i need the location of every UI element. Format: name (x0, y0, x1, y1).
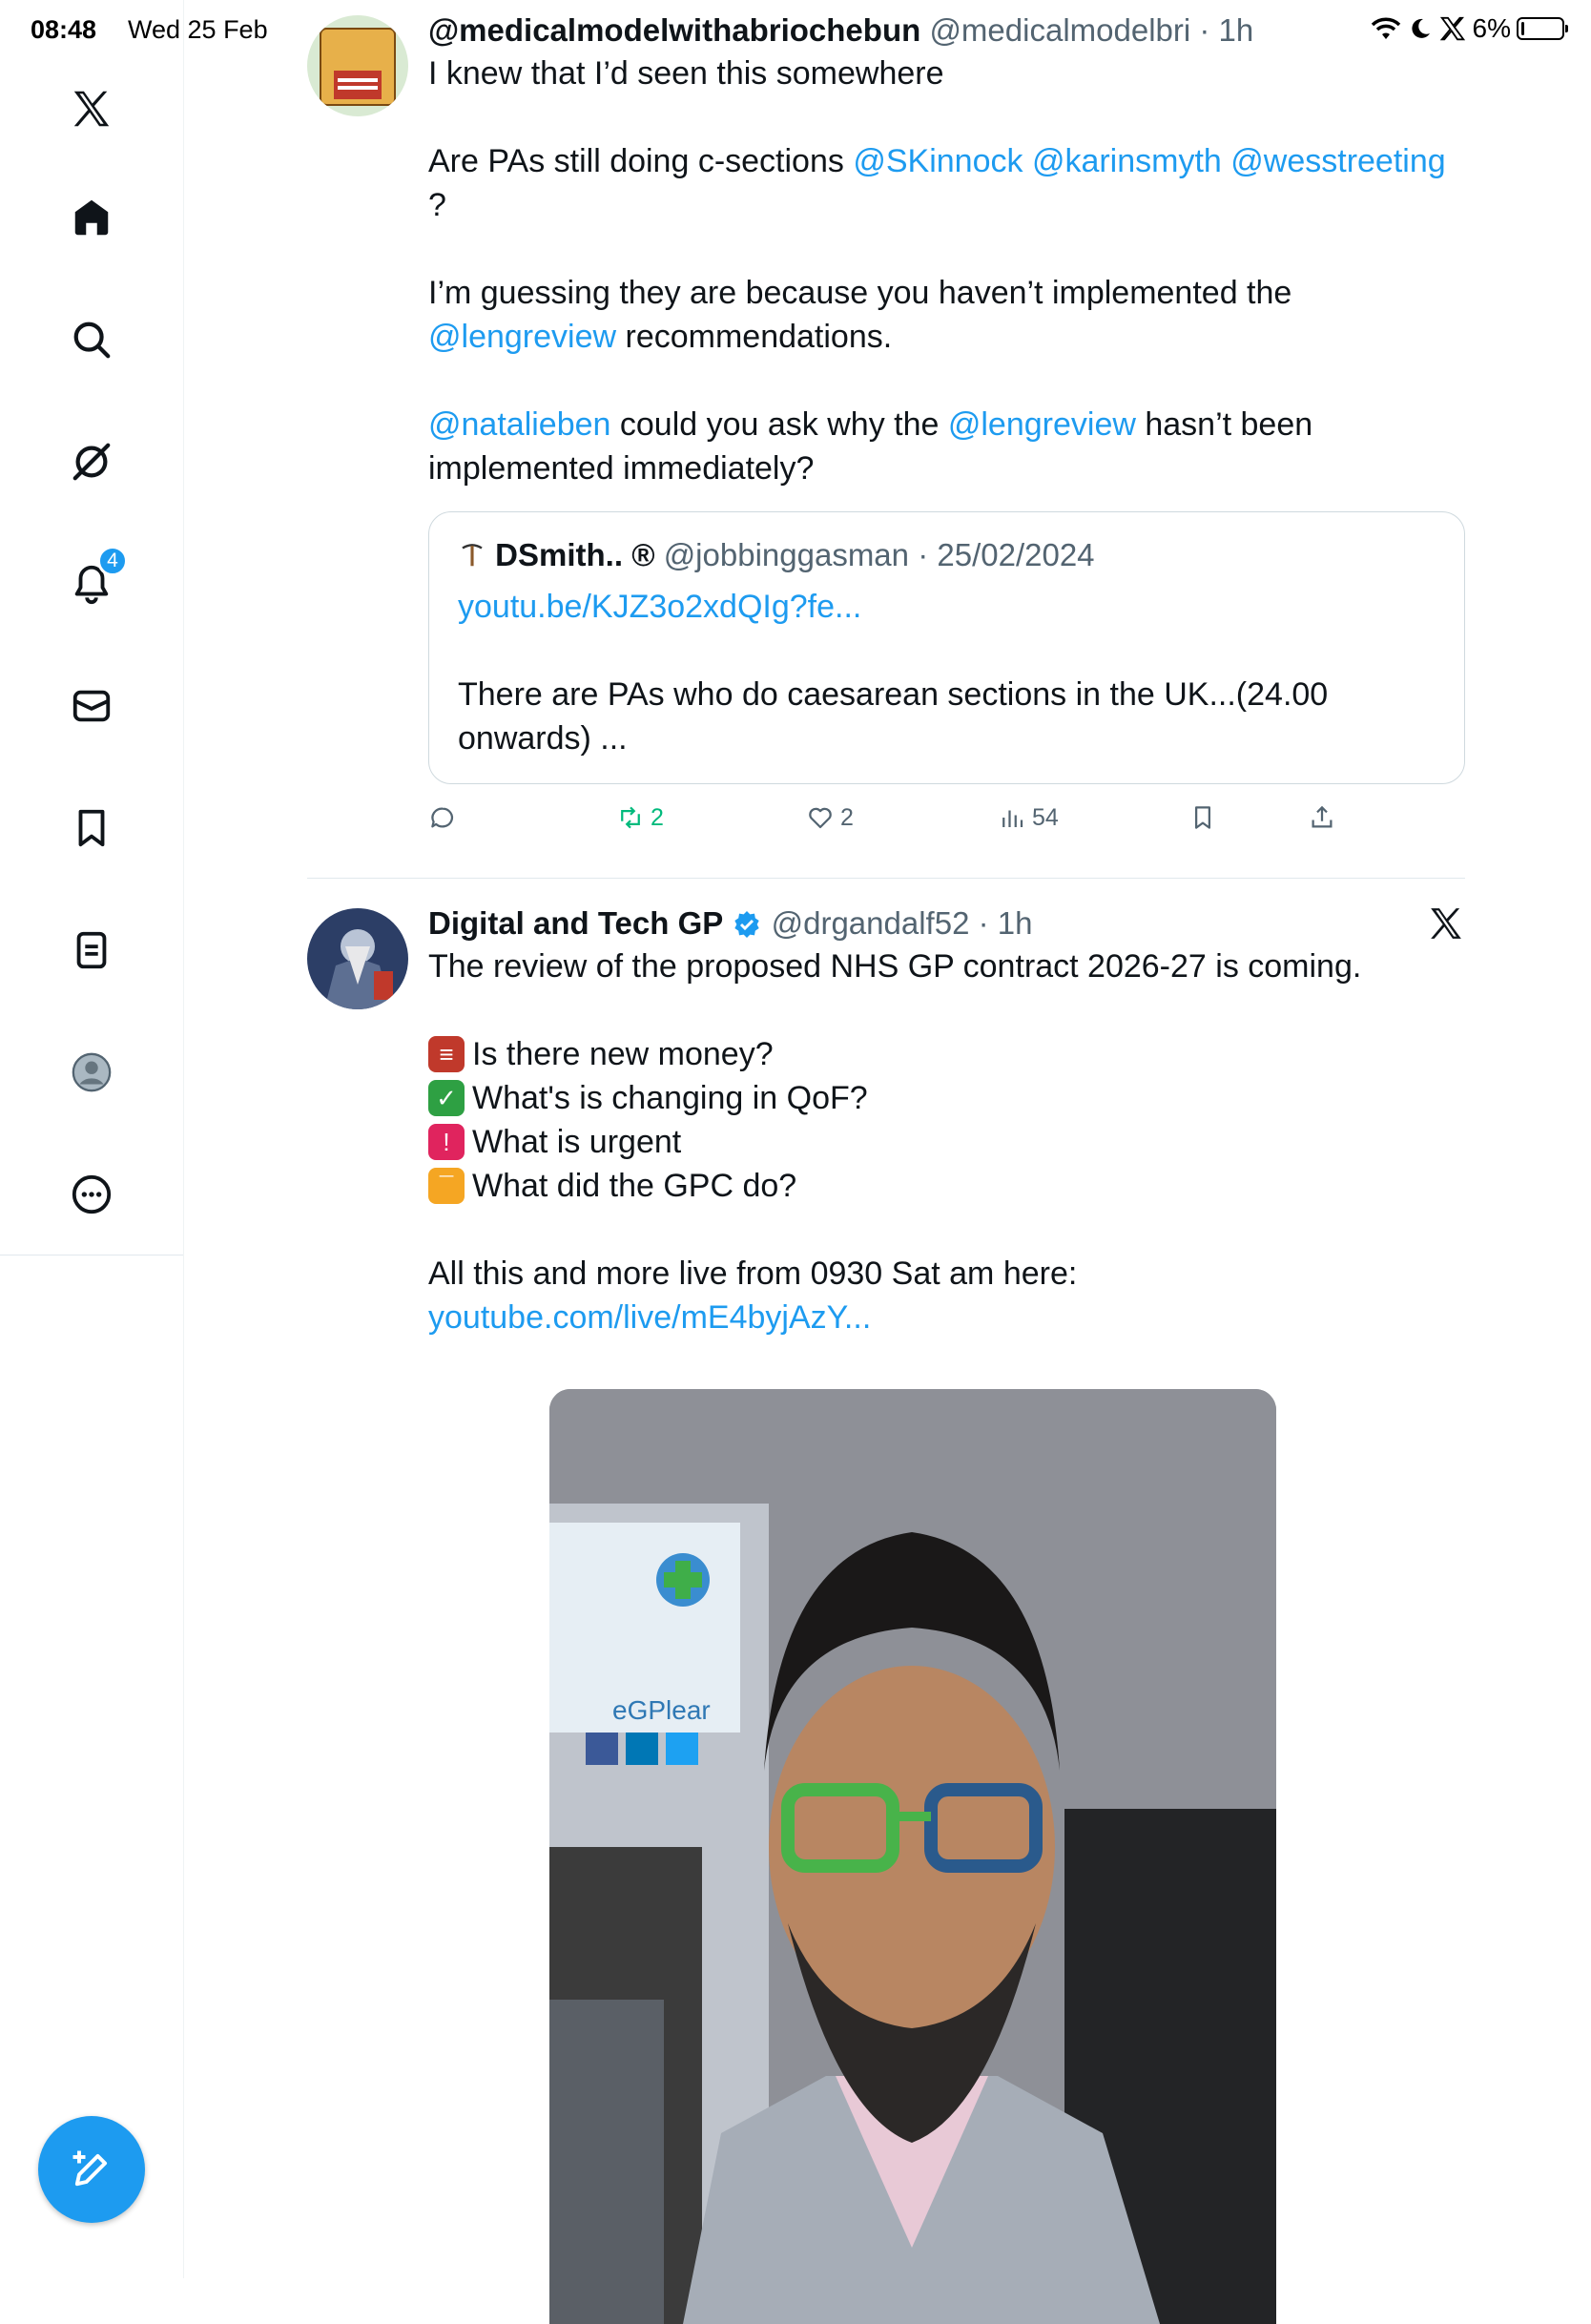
quoted-text: There are PAs who do caesarean sections … (458, 676, 1329, 757)
like-count: 2 (840, 803, 854, 831)
like-button[interactable]: 2 (806, 803, 854, 832)
bullet-3: ! What is urgent (428, 1120, 1465, 1164)
quoted-handle[interactable]: @jobbinggasman (664, 537, 909, 572)
battery-icon (1517, 17, 1568, 40)
lists-icon[interactable] (53, 912, 130, 988)
views-button[interactable]: 54 (998, 803, 1059, 832)
search-icon[interactable] (53, 301, 130, 378)
siren-emoji: ! (428, 1124, 465, 1160)
tweet-2-line-1: The review of the proposed NHS GP contra… (428, 948, 1362, 985)
compose-icon (72, 2150, 108, 2187)
tweet-1-paragraph-4: @natalieben could you ask why the @lengr… (428, 406, 1313, 487)
bookmark-icon[interactable] (53, 790, 130, 866)
pickaxe-icon (462, 544, 483, 567)
quoted-date: 25/02/2024 (937, 537, 1095, 572)
tweet-1-author-name[interactable]: @medicalmodelwithabriochebun (428, 12, 920, 48)
bullet-4: ¯ What did the GPC do? (428, 1164, 1465, 1208)
check-emoji: ✓ (428, 1080, 465, 1116)
mention-wesstreeting[interactable]: @wesstreeting (1230, 143, 1445, 179)
registered-mark: ® (631, 537, 655, 572)
bookmark-action-icon (1195, 806, 1210, 829)
tweet-1-actions: 2 2 54 (428, 803, 1465, 851)
media-sign-text: eGPlear (612, 1695, 711, 1725)
quoted-link-line: youtu.be/KJZ3o2xdQIg?fe... (458, 585, 1436, 629)
share-button[interactable] (1308, 803, 1336, 832)
battery-fill (1521, 22, 1524, 35)
bullet-1: ≡ Is there new money? (428, 1032, 1465, 1076)
quoted-tweet-header: DSmith.. ® @jobbinggasman · 25/02/2024 (458, 535, 1436, 575)
tweet-1-time[interactable]: 1h (1219, 12, 1254, 48)
verified-badge-icon (734, 911, 760, 938)
heart-icon (809, 807, 832, 829)
tweet-2-last-paragraph: All this and more live from 0930 Sat am … (428, 1255, 1078, 1336)
profile-icon[interactable] (53, 1034, 130, 1110)
tweet-2-avatar[interactable] (307, 908, 408, 1009)
retweet-button[interactable]: 2 (616, 803, 664, 832)
mention-skinnock[interactable]: @SKinnock (853, 143, 1023, 179)
tweet-divider (307, 878, 1465, 879)
tweet-1-header: @medicalmodelwithabriochebun @medicalmod… (428, 12, 1254, 48)
grok-icon[interactable] (53, 424, 130, 500)
mention-lengreview[interactable]: @lengreview (428, 319, 616, 355)
x-logo-icon[interactable] (53, 71, 130, 147)
compose-button[interactable] (38, 2116, 145, 2223)
tweet-2-header: Digital and Tech GP @drgandalf52 · 1h (428, 905, 1033, 941)
quoted-tweet[interactable]: DSmith.. ® @jobbinggasman · 25/02/2024 y… (428, 511, 1465, 784)
tweet-2-video-thumbnail[interactable]: eGPlear (549, 1389, 1276, 2324)
tweet-1-paragraph-2: Are PAs still doing c-sections @SKinnock… (428, 143, 1446, 223)
tweet-1-body: @medicalmodelwithabriochebun @medicalmod… (428, 11, 1465, 851)
x-logo-corner-icon[interactable] (1427, 904, 1465, 943)
mention-karinsmyth[interactable]: @karinsmyth (1032, 143, 1222, 179)
bookmark-button[interactable] (1188, 803, 1217, 832)
sidebar: 4 (0, 0, 184, 2278)
mention-lengreview-2[interactable]: @lengreview (948, 406, 1136, 443)
tweet-1-text: I knew that I’d seen this somewhere Are … (428, 52, 1465, 490)
messages-icon[interactable] (53, 668, 130, 744)
ledger-emoji: ≡ (428, 1036, 465, 1072)
tweet-2-bullets: ≡ Is there new money? ✓ What's is changing… (428, 1032, 1465, 1208)
share-icon (1312, 805, 1333, 828)
tweet-1-paragraph-3: I’m guessing they are because you haven’… (428, 275, 1292, 355)
bell-icon[interactable]: 4 (53, 546, 130, 622)
shrug-emoji: ¯ (428, 1168, 465, 1204)
views-icon (1002, 810, 1023, 827)
battery-percent: 6% (1472, 13, 1511, 43)
tweet-1-avatar[interactable] (307, 15, 408, 116)
tweet-1-handle[interactable]: @medicalmodelbri (929, 12, 1190, 48)
retweet-icon (621, 806, 640, 829)
tweet-1-line-1: I knew that I’d seen this somewhere (428, 55, 944, 92)
retweet-count: 2 (651, 803, 664, 831)
tweet-2-handle[interactable]: @drgandalf52 (772, 905, 970, 941)
youtube-live-link[interactable]: youtube.com/live/mE4byjAzY... (428, 1299, 871, 1336)
reply-icon (431, 807, 454, 828)
mention-natalieben[interactable]: @natalieben (428, 406, 610, 443)
tweet-2-author-name[interactable]: Digital and Tech GP (428, 905, 723, 941)
tweet-2-text: The review of the proposed NHS GP contra… (428, 944, 1465, 1339)
more-icon[interactable] (53, 1156, 130, 1233)
views-count: 54 (1032, 803, 1059, 831)
quoted-author-name[interactable]: DSmith.. (495, 537, 623, 572)
quoted-youtube-link[interactable]: youtu.be/KJZ3o2xdQIg?fe... (458, 589, 861, 625)
notification-badge: 4 (97, 546, 128, 576)
tweet-2-time[interactable]: 1h (998, 905, 1033, 941)
home-icon[interactable] (53, 179, 130, 256)
tweet-2-body: Digital and Tech GP @drgandalf52 · 1h Th… (428, 904, 1465, 2324)
bullet-2: ✓ What's is changing in QoF? (428, 1076, 1465, 1120)
reply-button[interactable] (428, 803, 457, 832)
